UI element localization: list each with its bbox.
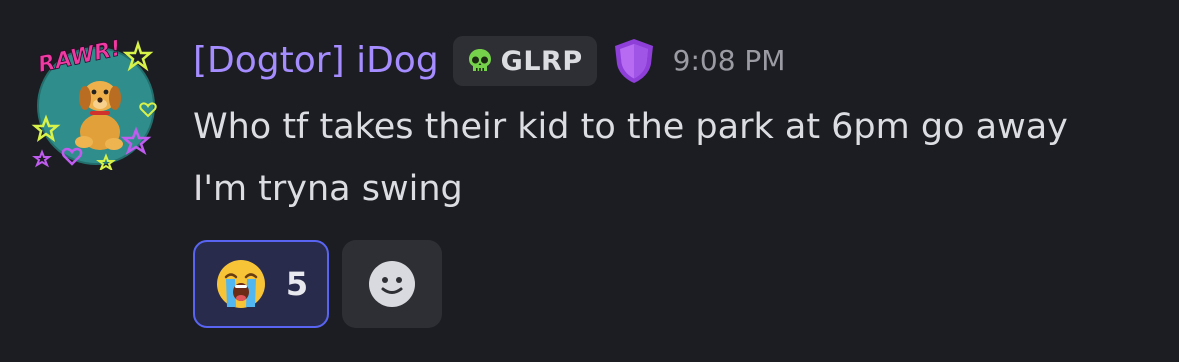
guild-tag[interactable]: GLRP [452,36,597,86]
avatar[interactable]: RAWR! [28,34,164,170]
message-header: [Dogtor] iDog GLRP 9:08 PM [193,34,785,88]
shield-badge-icon[interactable] [609,36,659,86]
reaction-loudly-crying[interactable]: 5 [193,240,329,328]
add-reaction-button[interactable] [342,240,442,328]
skull-icon [468,49,491,71]
dog-avatar-image: RAWR! [31,36,157,170]
chat-message: RAWR! [Dogtor] iDog GLRP 9:08 PM Who tf … [0,0,1179,362]
username[interactable]: [Dogtor] iDog [193,34,439,88]
smiley-add-reaction-icon [369,261,415,307]
timestamp: 9:08 PM [672,44,786,77]
reaction-count: 5 [285,265,309,303]
loudly-crying-face-icon [216,260,265,308]
guild-tag-text: GLRP [500,45,583,77]
reaction-bar: 5 [193,240,442,328]
message-content: Who tf takes their kid to the park at 6p… [193,107,1068,209]
